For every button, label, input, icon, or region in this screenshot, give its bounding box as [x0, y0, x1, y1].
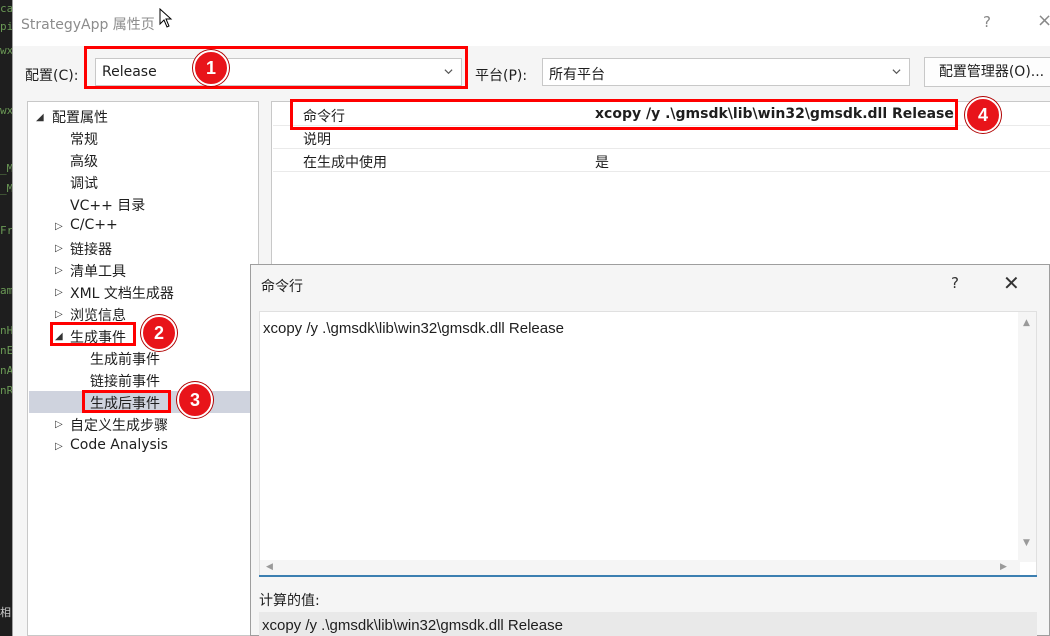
chevron-down-icon: [892, 69, 901, 75]
tree-item-debugging[interactable]: 调试: [70, 173, 98, 193]
platform-label: 平台(P):: [475, 68, 528, 84]
scroll-left-icon[interactable]: ◀: [266, 562, 273, 572]
annotation-badge-2: 2: [141, 315, 177, 351]
caret-collapsed-icon[interactable]: ▷: [55, 287, 63, 298]
command-text-area[interactable]: xcopy /y .\gmsdk\lib\win32\gmsdk.dll Rel…: [260, 312, 1020, 562]
caret-collapsed-icon[interactable]: ▷: [55, 221, 63, 232]
caret-collapsed-icon[interactable]: ▷: [55, 441, 63, 452]
computed-value-box: xcopy /y .\gmsdk\lib\win32\gmsdk.dll Rel…: [259, 612, 1037, 636]
mouse-cursor-icon: [159, 8, 173, 28]
dialog-help-button[interactable]: ?: [951, 274, 959, 292]
scroll-down-icon[interactable]: ▼: [1023, 538, 1030, 548]
tree-item-manifest-tool[interactable]: 清单工具: [70, 261, 126, 281]
scroll-right-icon[interactable]: ▶: [1000, 562, 1007, 572]
tree-root[interactable]: 配置属性: [52, 107, 108, 127]
config-manager-button[interactable]: 配置管理器(O)...: [924, 57, 1050, 87]
window-title: StrategyApp 属性页: [21, 17, 155, 33]
dialog-close-button[interactable]: ✕: [1003, 271, 1020, 295]
annotation-badge-3: 3: [177, 382, 213, 418]
platform-value: 所有平台: [549, 67, 605, 83]
tree-item-vc-directories[interactable]: VC++ 目录: [70, 195, 145, 215]
tree-item-linker[interactable]: 链接器: [70, 239, 112, 259]
grid-key: 在生成中使用: [303, 155, 387, 171]
caret-collapsed-icon[interactable]: ▷: [55, 243, 63, 254]
annotation-box-build-events: [50, 322, 136, 346]
vertical-scrollbar[interactable]: ▲ ▼: [1018, 312, 1036, 562]
computed-value: xcopy /y .\gmsdk\lib\win32\gmsdk.dll Rel…: [262, 617, 563, 634]
close-button[interactable]: ×: [1037, 10, 1050, 31]
computed-value-label: 计算的值:: [259, 593, 320, 609]
caret-collapsed-icon[interactable]: ▷: [55, 309, 63, 320]
tree-item-general[interactable]: 常规: [70, 129, 98, 149]
grid-row-description[interactable]: 说明: [273, 127, 1050, 149]
annotation-box-post-build: [82, 390, 171, 413]
caret-collapsed-icon[interactable]: ▷: [55, 419, 63, 430]
caret-expanded-icon[interactable]: ◢: [36, 112, 44, 123]
tree-item-code-analysis[interactable]: Code Analysis: [70, 437, 168, 453]
help-button[interactable]: ?: [983, 13, 991, 31]
title-bar: StrategyApp 属性页 ? ×: [13, 0, 1050, 46]
scroll-up-icon[interactable]: ▲: [1023, 318, 1030, 328]
grid-key: 说明: [303, 132, 331, 148]
tree-item-pre-link-event[interactable]: 链接前事件: [90, 371, 160, 391]
grid-value: 是: [595, 155, 609, 171]
dialog-title: 命令行: [261, 279, 303, 295]
property-tree: ◢ 配置属性 常规 高级 调试 VC++ 目录 ▷ C/C++ ▷ 链接器 ▷ …: [27, 101, 259, 636]
command-line-dialog: 命令行 ? ✕ xcopy /y .\gmsdk\lib\win32\gmsdk…: [250, 264, 1050, 636]
config-label: 配置(C):: [25, 68, 79, 84]
editor-focus-underline: [259, 575, 1037, 577]
horizontal-scrollbar[interactable]: ◀ ▶: [260, 560, 1020, 576]
tree-item-pre-build-event[interactable]: 生成前事件: [90, 349, 160, 369]
tree-item-xml-doc[interactable]: XML 文档生成器: [70, 283, 174, 303]
tree-item-cpp[interactable]: C/C++: [70, 217, 118, 233]
annotation-box-command-line: [290, 99, 958, 130]
command-editor: xcopy /y .\gmsdk\lib\win32\gmsdk.dll Rel…: [259, 311, 1037, 577]
grid-row-use-in-build[interactable]: 在生成中使用 是: [273, 150, 1050, 172]
tree-item-advanced[interactable]: 高级: [70, 151, 98, 171]
caret-collapsed-icon[interactable]: ▷: [55, 265, 63, 276]
annotation-badge-1: 1: [193, 50, 229, 86]
annotation-badge-4: 4: [965, 97, 1001, 133]
platform-combo[interactable]: 所有平台: [542, 58, 910, 86]
annotation-box-config: [84, 46, 468, 89]
tree-item-custom-build-step[interactable]: 自定义生成步骤: [70, 415, 168, 435]
